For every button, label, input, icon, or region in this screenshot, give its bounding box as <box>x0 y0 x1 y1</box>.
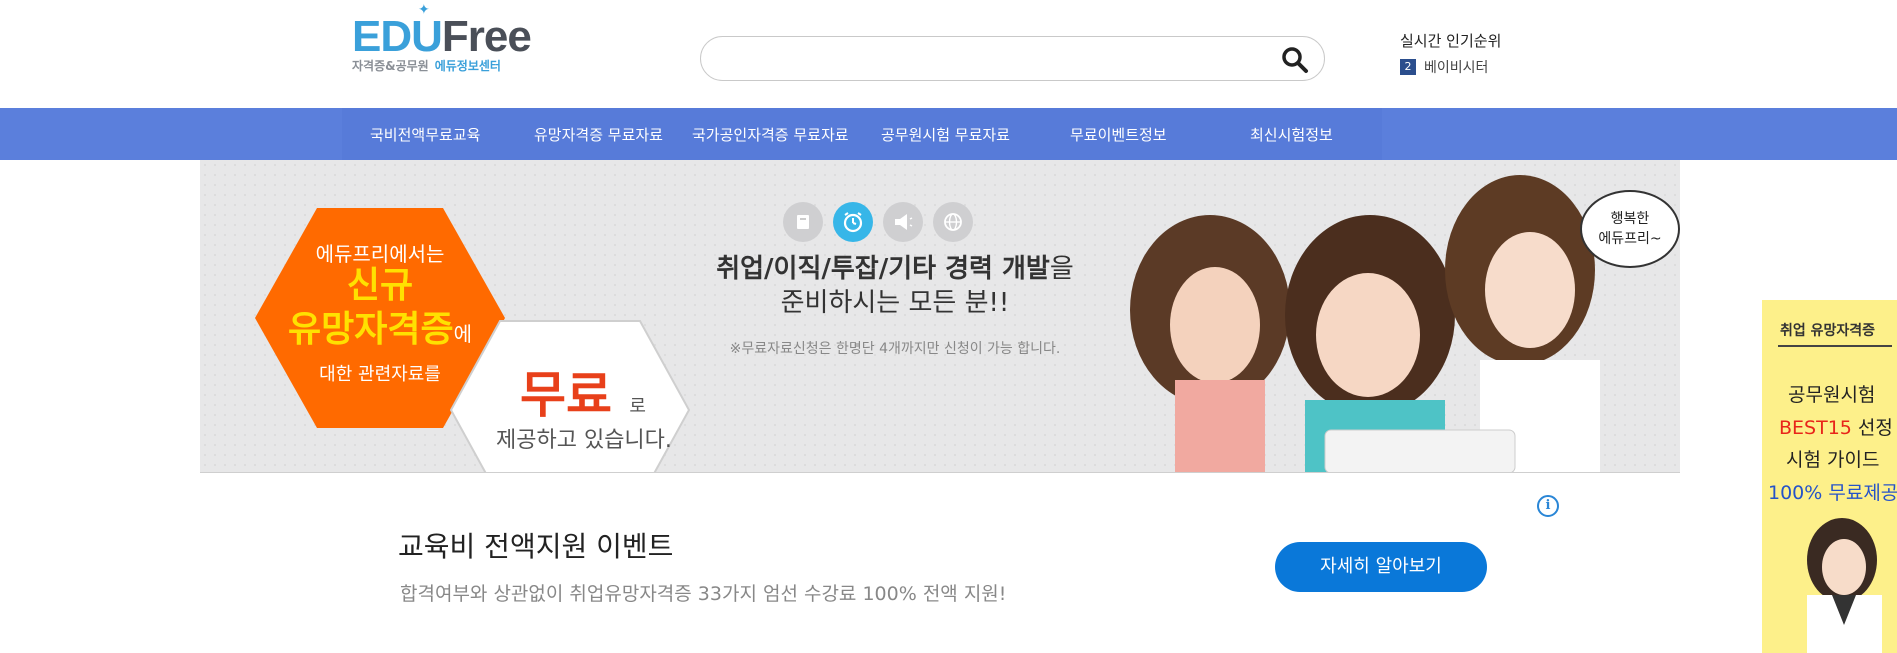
logo-sub1: 자격증&공무원 <box>352 59 429 73</box>
search-input[interactable] <box>721 45 1261 73</box>
ranking-label: 베이비시터 <box>1424 60 1489 76</box>
free-big: 무료 <box>520 366 612 424</box>
free-suffix: 로 <box>629 396 646 417</box>
side-ad-line2-rest: 선정 <box>1851 417 1893 439</box>
headline-line2: 준비하시는 모든 분!! <box>780 288 1010 318</box>
nav-item-gov-free-education[interactable]: 국비전액무료교육 <box>370 124 480 145</box>
side-ad-line3: 시험 가이드 <box>1786 449 1880 471</box>
speech-bubble: 행복한 에듀프리~ <box>1580 190 1680 268</box>
side-ad-banner[interactable]: 취업 유망자격증 공무원시험 BEST15 선정 시험 가이드 100% 무료제… <box>1762 300 1897 653</box>
alarm-clock-icon[interactable] <box>833 202 873 242</box>
page: ✦ EDUFree 자격증&공무원 에듀정보센터 실시간 인기순위 2 베이비시터 <box>0 0 1897 653</box>
book-icon[interactable] <box>783 202 823 242</box>
nav-item-civil-service[interactable]: 공무원시험 무료자료 <box>881 124 1010 145</box>
side-ad-divider <box>1778 345 1892 347</box>
site-logo[interactable]: ✦ EDUFree 자격증&공무원 에듀정보센터 <box>352 2 542 78</box>
ranking-number: 2 <box>1400 59 1416 75</box>
logo-subtitle: 자격증&공무원 에듀정보센터 <box>352 57 501 74</box>
logo-sub2: 에듀정보센터 <box>434 59 501 73</box>
free-line2: 제공하고 있습니다. <box>496 428 672 453</box>
ranking-item[interactable]: 2 베이비시터 <box>1400 57 1580 77</box>
bubble-line2: 에듀프리~ <box>1598 231 1662 247</box>
megaphone-icon[interactable] <box>883 202 923 242</box>
headline-suffix: 을 <box>1049 254 1074 284</box>
nav-item-promising-cert[interactable]: 유망자격증 무료자료 <box>534 124 663 145</box>
banner-notice: ※무료자료신청은 한명단 4개까지만 신청이 가능 합니다. <box>729 341 1061 357</box>
event-description: 합격여부와 상관없이 취업유망자격증 33가지 엄선 수강료 100% 전액 지… <box>400 583 1007 605</box>
ranking-title: 실시간 인기순위 <box>1400 32 1502 50</box>
nav-item-national-cert[interactable]: 국가공인자격증 무료자료 <box>692 124 849 145</box>
side-ad-best15: BEST15 <box>1779 417 1852 439</box>
header: ✦ EDUFree 자격증&공무원 에듀정보센터 실시간 인기순위 2 베이비시터 <box>0 0 1897 108</box>
nav-item-latest-exams[interactable]: 최신시험정보 <box>1250 124 1333 145</box>
side-ad-line2: BEST15 선정 <box>1779 413 1893 440</box>
student-illustration <box>1807 518 1882 653</box>
hero-banner[interactable]: 에듀프리에서는 신규 유망자격증에 대한 관련자료를 무료 로 제공하고 있습니… <box>200 160 1680 473</box>
info-icon[interactable]: i <box>1537 495 1559 517</box>
realtime-ranking: 실시간 인기순위 2 베이비시터 <box>1400 30 1580 77</box>
globe-icon[interactable] <box>933 202 973 242</box>
learn-more-button[interactable]: 자세히 알아보기 <box>1275 542 1487 592</box>
main-nav-inner: 국비전액무료교육 유망자격증 무료자료 국가공인자격증 무료자료 공무원시험 무… <box>342 108 1382 160</box>
side-ad-line4: 100% 무료제공 <box>1768 482 1897 504</box>
hex-line1: 에듀프리에서는 <box>315 242 445 266</box>
hex-line2: 신규 <box>346 265 414 306</box>
main-nav: 국비전액무료교육 유망자격증 무료자료 국가공인자격증 무료자료 공무원시험 무… <box>0 108 1897 160</box>
bubble-line1: 행복한 <box>1610 211 1650 227</box>
search-box <box>700 36 1325 81</box>
side-ad-line1: 공무원시험 <box>1788 384 1876 406</box>
banner-headline: 취업/이직/투잡/기타 경력 개발을 준비하시는 모든 분!! <box>680 252 1110 320</box>
event-title: 교육비 전액지원 이벤트 <box>398 530 674 563</box>
hex-line3-main: 유망자격증 <box>287 309 454 350</box>
logo-edu: EDU <box>352 12 443 61</box>
free-text: 무료 로 <box>520 355 646 427</box>
nav-item-free-events[interactable]: 무료이벤트정보 <box>1070 124 1167 145</box>
logo-wordmark: EDUFree <box>352 12 532 61</box>
logo-free: Free <box>441 12 532 61</box>
side-ad-title: 취업 유망자격증 <box>1780 323 1876 339</box>
headline-bold: 취업/이직/투잡/기타 경력 개발 <box>716 254 1050 284</box>
search-icon <box>1282 47 1308 73</box>
search-button[interactable] <box>1280 45 1310 75</box>
